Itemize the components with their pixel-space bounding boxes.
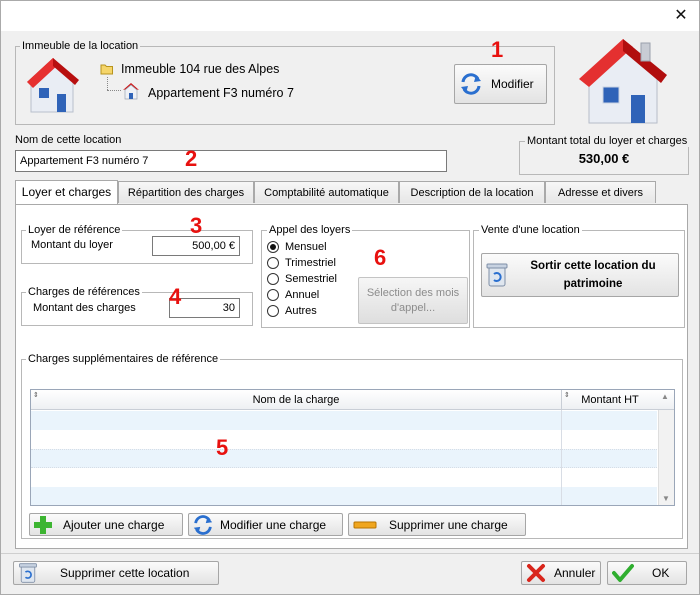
radio-autres[interactable] bbox=[267, 305, 279, 317]
radio-label-annuel: Annuel bbox=[285, 289, 320, 301]
title-bar: ✕ bbox=[1, 1, 699, 31]
add-charge-label: Ajouter une charge bbox=[63, 517, 165, 532]
tree-connector bbox=[107, 77, 108, 90]
annotation-5: 5 bbox=[216, 435, 229, 460]
delete-location-button[interactable]: Supprimer cette location bbox=[13, 561, 219, 585]
select-months-line2: d'appel... bbox=[390, 302, 436, 314]
tab-label: Adresse et divers bbox=[558, 187, 643, 199]
refresh-icon bbox=[461, 73, 481, 95]
table-row[interactable] bbox=[31, 468, 657, 487]
total-legend: Montant total du loyer et charges bbox=[525, 135, 690, 147]
folder-icon bbox=[100, 64, 113, 75]
table-row[interactable] bbox=[31, 411, 657, 430]
tree-connector-h bbox=[107, 90, 121, 91]
location-name-label: Nom de cette location bbox=[15, 134, 122, 146]
scroll-down-icon[interactable]: ▼ bbox=[662, 494, 670, 503]
modify-building-button[interactable]: Modifier bbox=[454, 64, 547, 104]
annotation-1: 1 bbox=[491, 37, 504, 62]
scroll-up-icon[interactable]: ▲ bbox=[661, 392, 669, 401]
rent-amount-label: Montant du loyer bbox=[31, 239, 113, 251]
rent-amount-input[interactable]: 500,00 € bbox=[152, 236, 240, 256]
extra-charges-table[interactable]: ⇕ Nom de la charge ⇕ Montant HT ▼ ▲ bbox=[30, 389, 675, 506]
large-house-icon bbox=[579, 39, 667, 124]
cancel-label: Annuler bbox=[554, 566, 596, 580]
ok-label: OK bbox=[652, 566, 670, 580]
radio-semestriel[interactable] bbox=[267, 273, 279, 285]
building-group-legend: Immeuble de la location bbox=[20, 40, 141, 52]
rent-ref-legend: Loyer de référence bbox=[26, 224, 123, 236]
tab-label: Loyer et charges bbox=[21, 185, 112, 199]
remove-line1: Sortir cette location du bbox=[530, 260, 656, 272]
close-icon[interactable]: ✕ bbox=[673, 7, 689, 23]
tab-description[interactable]: Description de la location bbox=[399, 181, 545, 203]
refresh-icon bbox=[193, 514, 213, 535]
remove-from-assets-button[interactable]: Sortir cette location du patrimoine bbox=[481, 253, 679, 297]
modify-charge-button[interactable]: Modifier une charge bbox=[188, 513, 343, 536]
annotation-4: 4 bbox=[169, 284, 182, 309]
annotation-6: 6 bbox=[374, 245, 387, 270]
column-divider bbox=[561, 410, 562, 505]
modify-charge-label: Modifier une charge bbox=[220, 517, 327, 532]
table-row[interactable] bbox=[31, 449, 657, 468]
radio-annuel[interactable] bbox=[267, 289, 279, 301]
recycle-bin-icon bbox=[19, 563, 37, 583]
cancel-button[interactable]: Annuler bbox=[521, 561, 601, 585]
delete-location-label: Supprimer cette location bbox=[60, 566, 190, 580]
cancel-x-icon bbox=[527, 564, 545, 582]
column-header-amount[interactable]: Montant HT bbox=[562, 394, 658, 406]
apartment-name[interactable]: Appartement F3 numéro 7 bbox=[148, 86, 294, 100]
extra-charges-legend: Charges supplémentaires de référence bbox=[26, 353, 221, 365]
house-icon bbox=[27, 58, 79, 113]
location-name-input[interactable]: Appartement F3 numéro 7 bbox=[15, 150, 447, 172]
small-house-icon bbox=[123, 83, 139, 100]
recycle-bin-icon bbox=[486, 263, 508, 287]
table-header: ⇕ Nom de la charge ⇕ Montant HT bbox=[31, 390, 674, 410]
total-value: 530,00 € bbox=[578, 151, 630, 166]
charges-ref-legend: Charges de références bbox=[26, 286, 142, 298]
tab-repartition-charges[interactable]: Répartition des charges bbox=[118, 181, 254, 203]
minus-icon bbox=[353, 521, 377, 528]
select-months-line1: Sélection des mois bbox=[366, 287, 460, 299]
radio-label-autres: Autres bbox=[285, 305, 317, 317]
vertical-scrollbar[interactable]: ▼ bbox=[658, 410, 674, 505]
delete-charge-button[interactable]: Supprimer une charge bbox=[348, 513, 526, 536]
select-months-button[interactable]: Sélection des mois d'appel... bbox=[358, 277, 468, 324]
remove-line2: patrimoine bbox=[563, 278, 623, 290]
radio-label-mensuel: Mensuel bbox=[285, 241, 327, 253]
plus-icon bbox=[34, 515, 52, 534]
table-row[interactable] bbox=[31, 430, 657, 449]
ok-button[interactable]: OK bbox=[607, 561, 687, 585]
tab-label: Répartition des charges bbox=[127, 187, 245, 199]
radio-label-trimestriel: Trimestriel bbox=[285, 257, 336, 269]
footer-divider bbox=[1, 553, 699, 554]
charges-amount-label: Montant des charges bbox=[33, 302, 136, 314]
annotation-3: 3 bbox=[190, 213, 203, 238]
column-header-name[interactable]: Nom de la charge bbox=[31, 394, 561, 406]
rent-call-legend: Appel des loyers bbox=[267, 224, 353, 236]
add-charge-button[interactable]: Ajouter une charge bbox=[29, 513, 183, 536]
location-dialog: ✕ Immeuble de la location Immeuble 104 r… bbox=[0, 0, 700, 595]
tab-adresse[interactable]: Adresse et divers bbox=[545, 181, 656, 203]
radio-trimestriel[interactable] bbox=[267, 257, 279, 269]
tab-loyer-et-charges[interactable]: Loyer et charges bbox=[15, 180, 118, 205]
building-name[interactable]: Immeuble 104 rue des Alpes bbox=[121, 62, 279, 76]
sale-legend: Vente d'une location bbox=[479, 224, 582, 236]
radio-mensuel[interactable] bbox=[267, 241, 279, 253]
modify-building-label: Modifier bbox=[491, 77, 534, 91]
annotation-2: 2 bbox=[185, 146, 198, 171]
table-row[interactable] bbox=[31, 487, 657, 505]
tab-label: Comptabilité automatique bbox=[264, 187, 389, 199]
tab-label: Description de la location bbox=[410, 187, 534, 199]
radio-label-semestriel: Semestriel bbox=[285, 273, 337, 285]
delete-charge-label: Supprimer une charge bbox=[389, 517, 508, 532]
checkmark-icon bbox=[612, 564, 634, 582]
tab-comptabilite[interactable]: Comptabilité automatique bbox=[254, 181, 399, 203]
